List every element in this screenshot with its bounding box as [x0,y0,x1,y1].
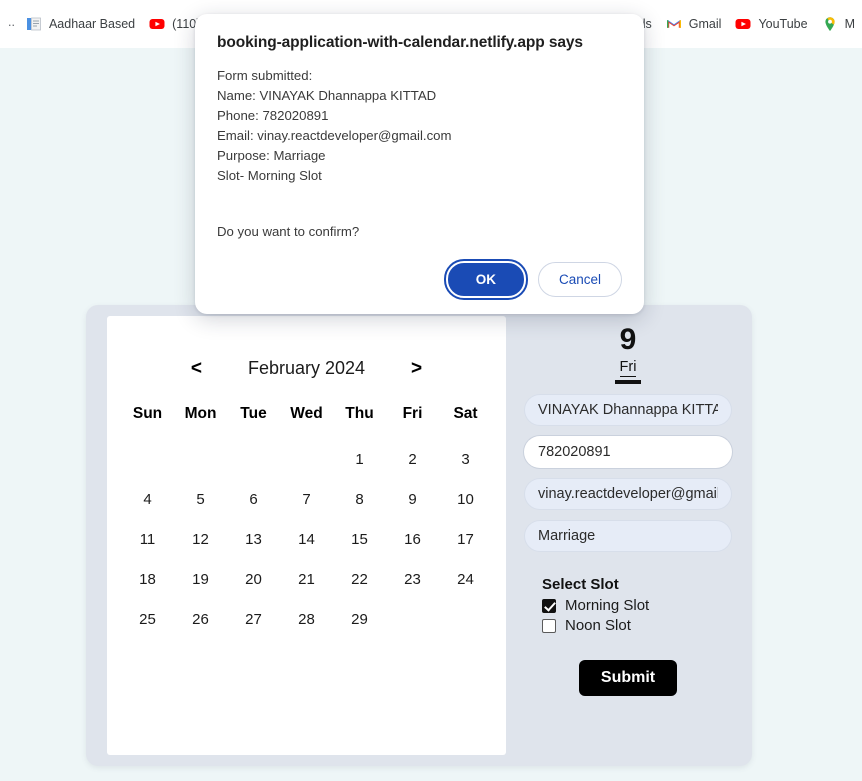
calendar-empty-cell [227,451,280,468]
selected-day-number: 9 [619,323,637,356]
javascript-confirm-dialog: booking-application-with-calendar.netlif… [195,14,644,314]
dialog-message-line: Phone: 782020891 [217,108,329,123]
bookmark-aadhaar-based[interactable]: Aadhaar Based [19,13,142,35]
dialog-message-line: Purpose: Marriage [217,148,326,163]
calendar-day-cell[interactable]: 19 [174,571,227,588]
calendar-day-cell[interactable]: 6 [227,491,280,508]
youtube-icon [735,16,751,32]
calendar-prev-month-button[interactable]: < [189,359,204,378]
calendar-day-cell[interactable]: 13 [227,531,280,548]
calendar-weekday-header: Tue [240,405,267,422]
calendar-weekday-header: Fri [402,405,423,422]
bookmark-label: M [844,17,855,31]
dialog-cancel-button[interactable]: Cancel [537,262,622,297]
calendar-day-cell[interactable]: 3 [439,451,492,468]
selected-day-name: Fri [619,359,637,377]
dialog-question-text: Do you want to confirm? [217,224,360,239]
calendar-day-cell[interactable]: 5 [174,491,227,508]
calendar-weekday-header: Sat [453,405,478,422]
calendar-day-cell[interactable]: 24 [439,571,492,588]
dialog-message-line: Email: vinay.reactdeveloper@gmail.com [217,128,452,143]
calendar-day-cell[interactable]: 16 [386,531,439,548]
bookmarks-overflow-ellipsis[interactable]: .. [4,12,19,37]
noon-slot-label[interactable]: Noon Slot [565,617,631,634]
calendar-day-cell[interactable]: 9 [386,491,439,508]
submit-button[interactable]: Submit [578,660,678,696]
noon-slot-checkbox[interactable] [542,618,556,633]
calendar-day-cell[interactable]: 27 [227,611,280,628]
browser-screen: .. Aadhaar Based (110) ds Gmail YouTube … [0,0,862,781]
calendar-day-cell[interactable]: 7 [280,491,333,508]
calendar-day-cell[interactable]: 8 [333,491,386,508]
calendar-weekday-header: Wed [290,405,323,422]
bookmark-gmail[interactable]: Gmail [659,13,729,35]
calendar-day-cell[interactable]: 29 [333,611,386,628]
calendar-day-cell[interactable]: 11 [121,531,174,548]
calendar-day-cell[interactable]: 10 [439,491,492,508]
name-input[interactable] [524,394,732,426]
slot-option-noon[interactable]: Noon Slot [542,617,732,634]
calendar-empty-cell [121,451,174,468]
selected-day-underline [615,380,641,384]
calendar-day-cell[interactable]: 15 [333,531,386,548]
booking-form-panel: 9 Fri Select Slot Morning Slot [506,305,752,766]
dialog-button-row: OK Cancel [217,259,622,300]
dialog-ok-button[interactable]: OK [443,259,528,300]
calendar-month-title: February 2024 [247,358,366,378]
calendar-empty-cell [280,451,333,468]
dialog-message-line: Slot- Morning Slot [217,168,322,183]
calendar-day-cell[interactable]: 28 [280,611,333,628]
calendar-day-cell[interactable]: 1 [333,451,386,468]
slot-option-morning[interactable]: Morning Slot [542,597,732,614]
calendar-header: < February 2024 > [121,358,492,379]
bookmark-maps[interactable]: M [815,13,862,35]
calendar-day-cell[interactable]: 17 [439,531,492,548]
dialog-origin-title: booking-application-with-calendar.netlif… [217,34,583,51]
phone-input[interactable] [524,436,732,468]
bookmark-youtube[interactable]: YouTube [728,13,814,35]
maps-pin-icon [822,16,838,32]
dialog-message-body: Form submitted: Name: VINAYAK Dhannappa K… [217,66,622,186]
slot-section-title: Select Slot [542,576,619,593]
calendar-day-cell[interactable]: 20 [227,571,280,588]
email-input[interactable] [524,478,732,510]
calendar-day-cell[interactable]: 23 [386,571,439,588]
calendar-day-cell[interactable]: 4 [121,491,174,508]
calendar-weekday-header: Thu [345,405,374,422]
bookmark-label: Aadhaar Based [48,17,136,31]
bookmark-label: Gmail [688,17,722,31]
dialog-message-line: Form submitted: [217,68,313,83]
selected-day-name-wrap: Fri [524,358,732,384]
calendar-empty-cell [174,451,227,468]
slot-selection-block: Select Slot Morning Slot Noon Slot [542,576,732,634]
calendar-day-cell[interactable]: 12 [174,531,227,548]
booking-card: < February 2024 > Sun Mon Tue Wed Thu Fri Sat 1… [86,305,752,766]
bookmark-label: YouTube [758,17,808,31]
calendar-day-cell[interactable]: 2 [386,451,439,468]
calendar-grid: Sun Mon Tue Wed Thu Fri Sat 1 2 3 4 5 6 7 8 9 10 11 12 13 14… [121,405,492,628]
dialog-message-line: Name: VINAYAK Dhannappa KITTAD [217,88,437,103]
youtube-icon [149,16,165,32]
gmail-icon [666,16,682,32]
calendar-day-cell[interactable]: 14 [280,531,333,548]
calendar-day-cell[interactable]: 25 [121,611,174,628]
calendar-day-cell[interactable]: 21 [280,571,333,588]
calendar-day-cell[interactable]: 26 [174,611,227,628]
calendar-day-cell[interactable]: 22 [333,571,386,588]
calendar-weekday-header: Sun [132,405,163,422]
calendar-weekday-header: Mon [184,405,217,422]
calendar-next-month-button[interactable]: > [409,359,424,378]
calendar-widget: < February 2024 > Sun Mon Tue Wed Thu Fri Sat 1… [107,316,506,755]
purpose-input[interactable] [524,520,732,552]
submit-button-wrap: Submit [524,660,732,696]
calendar-day-cell[interactable]: 18 [121,571,174,588]
morning-slot-checkbox[interactable] [542,598,556,613]
morning-slot-label[interactable]: Morning Slot [565,597,649,614]
document-icon [26,16,42,32]
